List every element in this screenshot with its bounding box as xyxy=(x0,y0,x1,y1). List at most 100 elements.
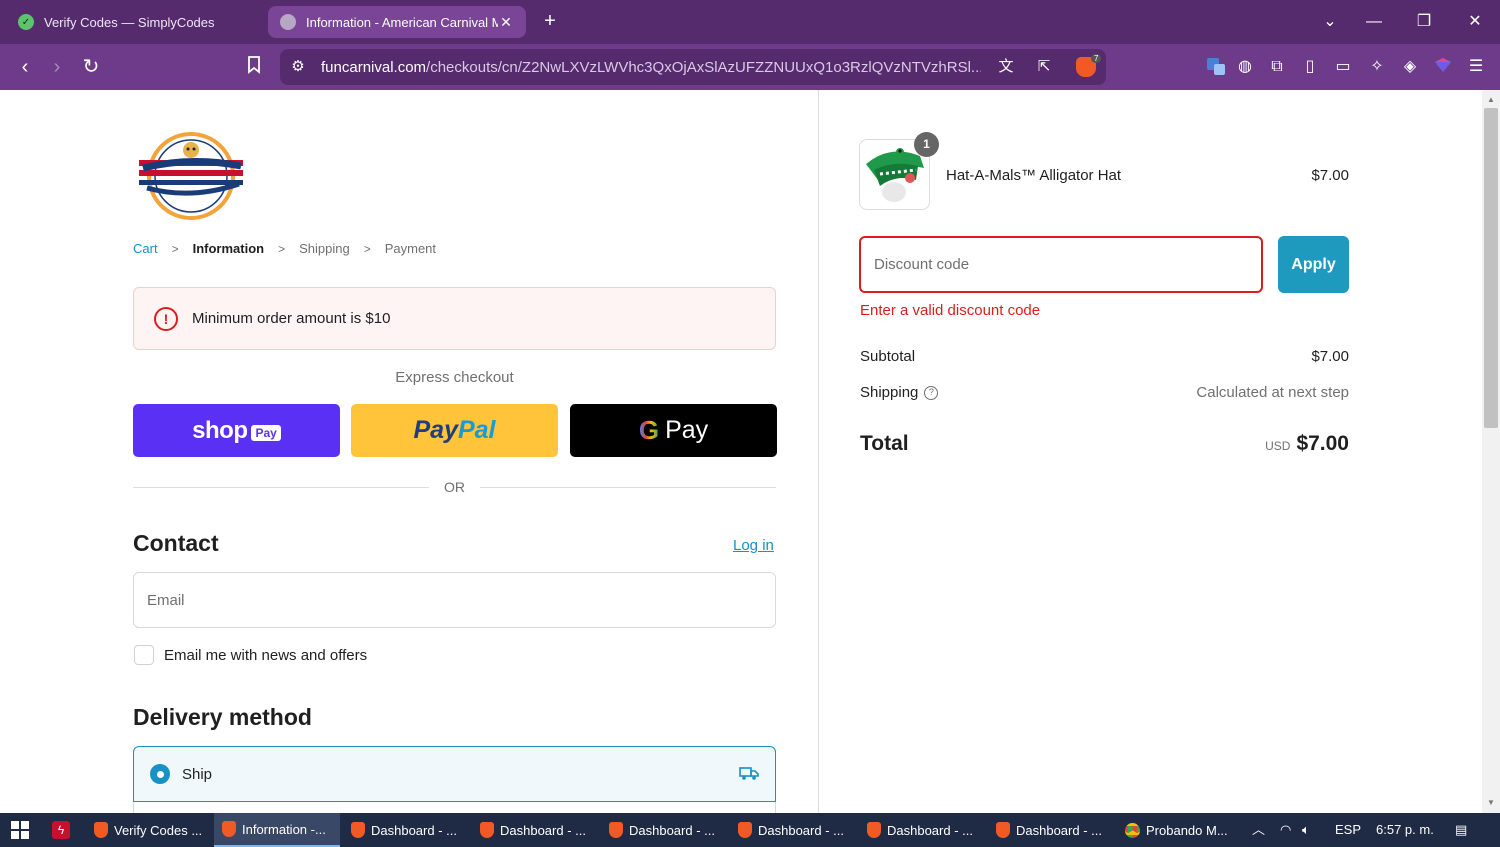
shop-pay-button[interactable]: shop Pay xyxy=(133,404,340,457)
translator-extension-icon[interactable] xyxy=(1205,56,1227,78)
globe-favicon-icon xyxy=(280,14,296,30)
windows-taskbar: ϟ Verify Codes ... Information -... Dash… xyxy=(0,813,1500,847)
express-checkout-label: Express checkout xyxy=(395,369,514,386)
new-tab-button[interactable]: + xyxy=(538,10,562,34)
share-icon[interactable]: ⇱ xyxy=(1034,57,1054,77)
newsletter-label[interactable]: Email me with news and offers xyxy=(164,647,367,664)
tab-search-chevron-icon[interactable]: ⌄ xyxy=(1310,8,1350,36)
taskbar-app-label: Verify Codes ... xyxy=(114,822,203,838)
alert-message: Minimum order amount is $10 xyxy=(192,310,391,327)
tray-chevron-icon[interactable]: ︿ xyxy=(1252,813,1265,847)
volume-icon[interactable]: 🔈︎ xyxy=(1302,813,1310,847)
vpn-shield-icon[interactable]: ◈ xyxy=(1399,56,1421,78)
apply-discount-button[interactable]: Apply xyxy=(1278,236,1349,293)
product-price: $7.00 xyxy=(1311,167,1349,184)
paypal-wordmark-pay: Pay xyxy=(413,416,458,444)
brave-icon xyxy=(738,822,752,838)
tab-information[interactable]: Information - American Carnival Mart ✕ xyxy=(268,6,526,38)
taskbar-app-label: Dashboard - ... xyxy=(758,822,844,838)
bookmark-icon[interactable] xyxy=(244,56,264,78)
taskbar-app-verify-codes[interactable]: Verify Codes ... xyxy=(86,813,208,847)
taskbar-app-information[interactable]: Information -... xyxy=(214,813,340,847)
google-pay-button[interactable]: G Pay xyxy=(570,404,777,457)
truck-icon xyxy=(739,765,759,781)
brave-icon xyxy=(867,822,881,838)
chevron-right-icon: > xyxy=(278,241,286,256)
email-input[interactable]: Email xyxy=(133,572,776,628)
delivery-heading: Delivery method xyxy=(133,704,312,730)
close-tab-icon[interactable]: ✕ xyxy=(498,14,514,31)
reload-icon[interactable]: ↻ xyxy=(78,54,104,80)
breadcrumb-payment: Payment xyxy=(384,241,437,256)
menu-icon[interactable]: ☰ xyxy=(1465,56,1487,78)
page-scrollbar[interactable]: ▲ ▼ xyxy=(1482,90,1500,813)
delivery-option-next[interactable] xyxy=(133,802,776,813)
quantity-badge: 1 xyxy=(914,132,939,157)
taskbar-app-dashboard[interactable]: Dashboard - ... xyxy=(472,813,596,847)
back-icon[interactable]: ‹ xyxy=(12,54,38,80)
brave-icon xyxy=(94,822,108,838)
taskbar-app-label: Dashboard - ... xyxy=(1016,822,1102,838)
windows-logo-icon xyxy=(11,821,29,839)
store-logo[interactable] xyxy=(133,130,249,222)
google-pay-wordmark: Pay xyxy=(665,416,709,444)
rewards-icon[interactable] xyxy=(1432,56,1454,78)
clock[interactable]: 6:57 p. m. xyxy=(1376,813,1434,847)
minimum-order-alert: ! Minimum order amount is $10 xyxy=(133,287,776,350)
tab-title: Verify Codes — SimplyCodes xyxy=(44,14,215,30)
leo-ai-icon[interactable]: ✧ xyxy=(1366,56,1388,78)
url-host: funcarnival.com xyxy=(321,59,427,76)
restore-icon[interactable]: ❐ xyxy=(1404,8,1444,36)
notifications-icon[interactable]: ▤ xyxy=(1455,813,1467,847)
scroll-down-arrow-icon[interactable]: ▼ xyxy=(1482,795,1500,811)
subtotal-value: $7.00 xyxy=(1311,348,1349,365)
total-label: Total xyxy=(860,432,909,455)
ship-radio[interactable] xyxy=(150,764,170,784)
or-divider: OR xyxy=(133,479,776,499)
login-link[interactable]: Log in xyxy=(733,537,774,554)
wallet-icon[interactable]: ▭ xyxy=(1332,56,1354,78)
total-value-row: USD $7.00 xyxy=(1149,432,1349,456)
forward-icon[interactable]: › xyxy=(44,54,70,80)
shop-pay-wordmark: shop xyxy=(192,416,248,444)
close-window-icon[interactable]: ✕ xyxy=(1455,8,1495,36)
chevron-right-icon: > xyxy=(363,241,371,256)
address-bar[interactable]: ⚙ funcarnival.com/checkouts/cn/Z2NwLXVzL… xyxy=(280,49,1106,85)
taskbar-app-dashboard[interactable]: Dashboard - ... xyxy=(730,813,854,847)
extensions-icon[interactable]: ⧉ xyxy=(1266,56,1288,78)
network-icon[interactable]: ◠ xyxy=(1280,813,1291,847)
start-button[interactable] xyxy=(0,813,40,847)
error-circle-icon: ! xyxy=(154,306,178,331)
taskbar-app-dashboard[interactable]: Dashboard - ... xyxy=(859,813,983,847)
breadcrumb-cart[interactable]: Cart xyxy=(133,241,158,256)
shipping-label-row: Shipping? xyxy=(860,384,939,401)
brave-icon xyxy=(222,821,236,837)
flash-app-icon[interactable]: ϟ xyxy=(52,821,70,839)
vpn-globe-icon[interactable]: ◍ xyxy=(1234,56,1256,78)
ship-label: Ship xyxy=(182,765,213,783)
site-settings-icon[interactable]: ⚙ xyxy=(288,57,308,77)
url-text[interactable]: funcarnival.com/checkouts/cn/Z2NwLXVzLWV… xyxy=(321,59,981,76)
delivery-option-ship[interactable]: Ship xyxy=(133,746,776,802)
discount-code-input[interactable]: Discount code xyxy=(859,236,1263,293)
help-icon[interactable]: ? xyxy=(924,386,939,401)
taskbar-app-dashboard[interactable]: Dashboard - ... xyxy=(343,813,467,847)
language-indicator[interactable]: ESP xyxy=(1335,813,1361,847)
taskbar-app-probando[interactable]: Probando M... xyxy=(1117,813,1241,847)
sidebar-icon[interactable]: ▯ xyxy=(1299,56,1321,78)
taskbar-app-dashboard[interactable]: Dashboard - ... xyxy=(988,813,1112,847)
scroll-up-arrow-icon[interactable]: ▲ xyxy=(1482,92,1500,108)
minimize-icon[interactable]: — xyxy=(1354,8,1394,36)
taskbar-app-label: Probando M... xyxy=(1146,822,1228,838)
contact-heading: Contact xyxy=(133,530,219,556)
paypal-button[interactable]: Pay Pal xyxy=(351,404,558,457)
translate-icon[interactable]: 文 xyxy=(996,57,1016,77)
scrollbar-thumb[interactable] xyxy=(1484,108,1498,428)
newsletter-checkbox[interactable] xyxy=(134,645,154,665)
brave-icon xyxy=(480,822,494,838)
taskbar-app-dashboard[interactable]: Dashboard - ... xyxy=(601,813,725,847)
tab-title: Information - American Carnival Mart xyxy=(306,14,498,30)
paypal-wordmark-pal: Pal xyxy=(457,416,496,444)
tab-verify-codes[interactable]: ✓ Verify Codes — SimplyCodes xyxy=(6,6,262,38)
brave-icon xyxy=(609,822,623,838)
